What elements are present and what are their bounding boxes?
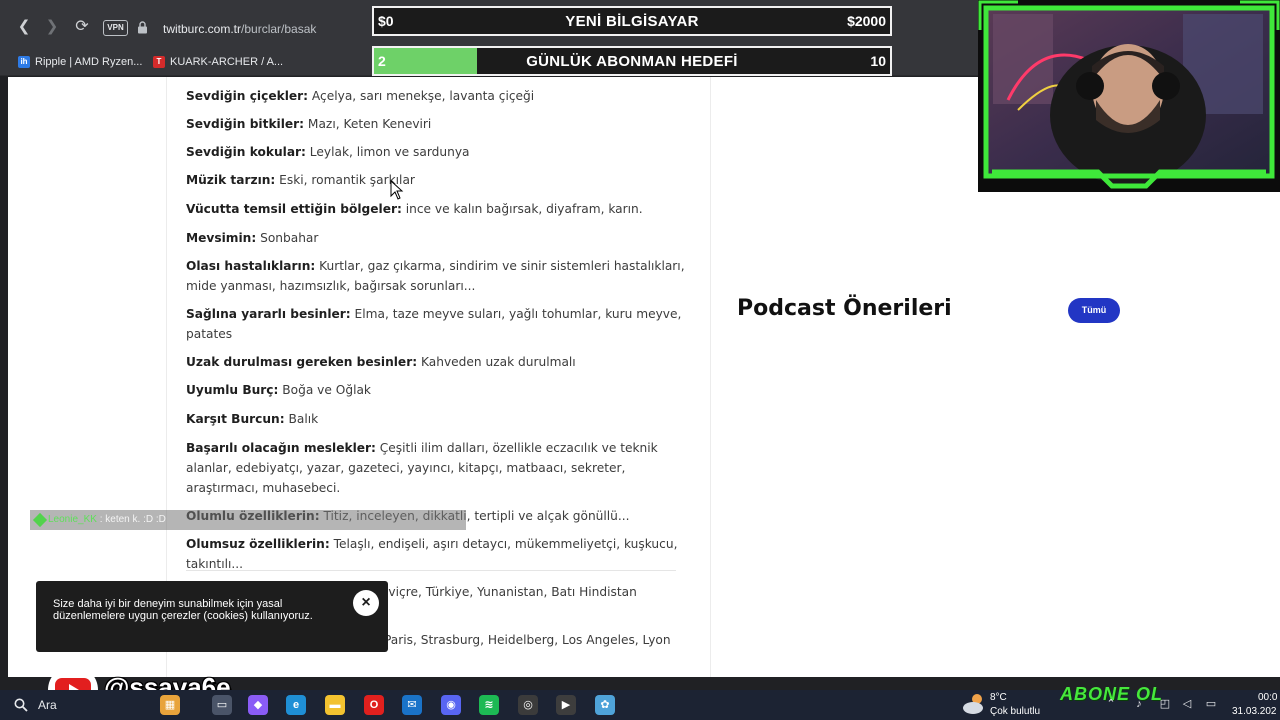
edge-icon[interactable]: e: [286, 695, 306, 715]
article-line-label: Sevdiğin kokular:: [186, 145, 306, 159]
article-line: Olumsuz özelliklerin: Telaşlı, endişeli,…: [186, 534, 686, 574]
file-app-icon[interactable]: ▭: [212, 695, 232, 715]
search-icon[interactable]: [14, 698, 28, 712]
mouse-cursor-icon: [390, 180, 404, 200]
cookie-banner: Size daha iyi bir deneyim sunabilmek içi…: [36, 581, 388, 652]
article-line-label: Uyumlu Burç:: [186, 383, 279, 397]
outlook-icon[interactable]: ✉: [402, 695, 422, 715]
bookmark-kuark[interactable]: T KUARK-ARCHER / A...: [153, 54, 283, 70]
settings-app-icon[interactable]: ✿: [595, 695, 615, 715]
obs-icon[interactable]: ◎: [518, 695, 538, 715]
article-line: Mevsimin: Sonbahar: [186, 228, 686, 248]
article-line-text: ince ve kalın bağırsak, diyafram, karın.: [401, 202, 643, 216]
article-line-label: Sevdiğin bitkiler:: [186, 117, 305, 131]
article-line: Olası hastalıkların: Kurtlar, gaz çıkarm…: [186, 256, 686, 296]
article-line-text: Paris, Strasburg, Heidelberg, Los Angele…: [380, 633, 671, 647]
article-line-text: Kahveden uzak durulmalı: [417, 355, 576, 369]
taskbar-search[interactable]: Ara: [38, 698, 57, 712]
cookie-text: Size daha iyi bir deneyim sunabilmek içi…: [53, 598, 313, 622]
article-line: Karşıt Burcun: Balık: [186, 409, 686, 429]
goal-title: GÜNLÜK ABONMAN HEDEFİ: [526, 53, 738, 70]
goal-target-value: $2000: [847, 13, 886, 29]
close-icon[interactable]: ×: [353, 590, 379, 616]
all-podcasts-button[interactable]: Tümü: [1068, 298, 1120, 323]
folder-icon[interactable]: ▬: [325, 695, 345, 715]
chat-badge-icon: [32, 512, 48, 528]
opera-icon[interactable]: O: [364, 695, 384, 715]
goal-bar-computer: $0 YENİ BİLGİSAYAR $2000: [372, 6, 892, 36]
chat-username: Leonie_KK: [48, 514, 97, 525]
url-path: /burclar/basak: [241, 22, 317, 36]
back-button[interactable]: ❮: [14, 17, 34, 37]
chat-message: Leonie_KK : keten k. :D :D: [30, 510, 466, 530]
media-player-icon[interactable]: ▶: [556, 695, 576, 715]
article-line-text: Mazı, Keten Keneviri: [304, 117, 432, 131]
network-icon[interactable]: ◰: [1158, 697, 1172, 711]
forward-button[interactable]: ❯: [42, 17, 62, 37]
webcam-overlay: [978, 0, 1280, 192]
kuark-favicon-icon: T: [153, 56, 165, 68]
article-line: Sevdiğin bitkiler: Mazı, Keten Keneviri: [186, 114, 686, 134]
article-line-text: Sonbahar: [256, 231, 319, 245]
article-line: Uzak durulması gereken besinler: Kahvede…: [186, 352, 686, 372]
weather-cloud-icon[interactable]: [962, 692, 986, 716]
article-line-text: Leylak, limon ve sardunya: [305, 145, 470, 159]
article-line-text: Balık: [284, 412, 319, 426]
article-line: Müzik tarzın: Eski, romantik şarkılar: [186, 170, 686, 190]
article-line-label: Başarılı olacağın meslekler:: [186, 441, 376, 455]
ripple-favicon-icon: ih: [18, 56, 30, 68]
address-bar[interactable]: twitburc.com.tr/burclar/basak: [163, 21, 316, 37]
goal-title: YENİ BİLGİSAYAR: [565, 13, 699, 30]
article-line-label: Sağlına yararlı besinler:: [186, 307, 351, 321]
article-line-label: Karşıt Burcun:: [186, 412, 285, 426]
article-divider: [186, 570, 676, 571]
article-line: Sevdiğin çiçekler: Açelya, sarı menekşe,…: [186, 86, 686, 106]
spotify-icon[interactable]: ≋: [479, 695, 499, 715]
bookmark-label: KUARK-ARCHER / A...: [170, 56, 284, 68]
bookmark-ripple[interactable]: ih Ripple | AMD Ryzen...: [18, 54, 142, 70]
article-line-label: Olumsuz özelliklerin:: [186, 537, 330, 551]
vpn-badge[interactable]: VPN: [103, 20, 128, 36]
bookmark-label: Ripple | AMD Ryzen...: [35, 56, 143, 68]
discord-icon[interactable]: ◉: [441, 695, 461, 715]
article-line-label: Olası hastalıkların:: [186, 259, 316, 273]
weather-temperature[interactable]: 8°C: [990, 692, 1007, 704]
weather-description[interactable]: Çok bulutlu: [990, 706, 1040, 718]
article-line-text: Açelya, sarı menekşe, lavanta çiçeği: [308, 89, 535, 103]
url-host: twitburc.com.tr: [163, 22, 242, 36]
microphone-icon[interactable]: ♪: [1132, 697, 1146, 711]
article-line-label: Sevdiğin çiçekler:: [186, 89, 309, 103]
article-line-label: Uzak durulması gereken besinler:: [186, 355, 418, 369]
web-page-right: [978, 190, 1280, 677]
chevron-up-icon[interactable]: ⌃: [1104, 697, 1118, 711]
goal-bar-subscribers: 2 GÜNLÜK ABONMAN HEDEFİ 10: [372, 46, 892, 76]
copilot-icon[interactable]: ◆: [248, 695, 268, 715]
photos-app-icon[interactable]: ▦: [160, 695, 180, 715]
screen: ❮ ❯ ⟳ VPN twitburc.com.tr/burclar/basak …: [0, 0, 1280, 720]
volume-icon[interactable]: ◁: [1180, 697, 1194, 711]
clock-time[interactable]: 00:0: [1258, 692, 1277, 703]
article-line-text: İsviçre, Türkiye, Yunanistan, Batı Hindi…: [374, 585, 637, 599]
reload-icon[interactable]: ⟳: [72, 17, 92, 37]
article-line: Uyumlu Burç: Boğa ve Oğlak: [186, 380, 686, 400]
article-line-label: Mevsimin:: [186, 231, 257, 245]
goal-target-value: 10: [870, 53, 886, 69]
clock-date[interactable]: 31.03.202: [1232, 706, 1277, 717]
article-line: Başarılı olacağın meslekler: Çeşitli ili…: [186, 438, 686, 498]
chat-text: : keten k. :D :D: [99, 514, 166, 525]
article-line-text: Boğa ve Oğlak: [278, 383, 371, 397]
article-line-label: Müzik tarzın:: [186, 173, 276, 187]
podcast-section-title: Podcast Önerileri: [737, 296, 952, 321]
article-line: Sevdiğin kokular: Leylak, limon ve sardu…: [186, 142, 686, 162]
article-line: Sağlına yararlı besinler: Elma, taze mey…: [186, 304, 686, 344]
lock-icon[interactable]: [137, 21, 148, 34]
article-line-label: Vücutta temsil ettiğin bölgeler:: [186, 202, 402, 216]
battery-icon[interactable]: ▭: [1204, 697, 1218, 711]
article-line: Vücutta temsil ettiğin bölgeler: ince ve…: [186, 199, 686, 219]
